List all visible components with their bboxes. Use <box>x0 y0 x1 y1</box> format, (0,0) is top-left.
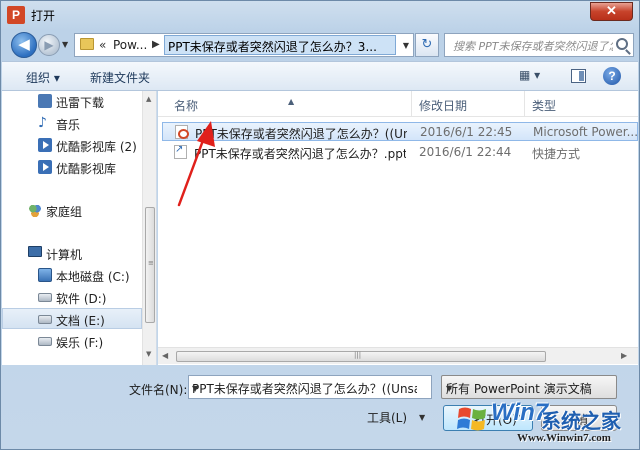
column-header-date[interactable]: 修改日期 <box>419 97 467 114</box>
scroll-up-icon[interactable]: ▲ <box>146 95 151 103</box>
watermark: Win7 系统之家 Www.Winwin7.com <box>455 399 640 450</box>
breadcrumb-chevron-icon[interactable]: ▶ <box>152 39 160 50</box>
nav-item-xunlei-downloads[interactable]: 迅雷下载 <box>2 91 142 112</box>
watermark-brand: Win7 <box>491 399 549 426</box>
scroll-grip-icon: ≡ <box>148 259 154 267</box>
drive-icon <box>38 315 52 324</box>
homegroup-icon <box>28 203 42 217</box>
search-icon[interactable] <box>616 38 628 50</box>
nav-item-drive-f[interactable]: 娱乐 (F:) <box>2 331 142 352</box>
file-name: PPT未保存或者突然闪退了怎么办？.pptx <box>194 147 406 161</box>
nav-item-label: 家庭组 <box>46 205 83 219</box>
search-input[interactable]: 搜索 PPT未保存或者突然闪退了怎么... <box>444 33 634 57</box>
filename-input[interactable]: PPT未保存或者突然闪退了怎么办？((Unsav ▼ <box>188 375 432 399</box>
nav-item-computer[interactable]: 计算机 <box>2 243 142 264</box>
address-row: ◀ ▶ ▼ « Pow... ▶ PPT未保存或者突然闪退了怎么办？3... ▼… <box>1 29 639 61</box>
breadcrumb-overflow[interactable]: « <box>99 38 106 52</box>
chevron-down-icon: ▼ <box>446 384 453 393</box>
table-row[interactable]: PPT未保存或者突然闪退了怎么办？.pptx 2016/6/1 22:44 快捷… <box>162 143 638 162</box>
nav-item-label: 娱乐 (F:) <box>56 336 104 350</box>
video-library-icon <box>38 160 52 174</box>
file-date: 2016/6/1 22:45 <box>420 125 513 139</box>
help-icon[interactable]: ? <box>603 67 621 85</box>
music-icon: ♪ <box>38 115 47 131</box>
column-header-type[interactable]: 类型 <box>532 97 556 114</box>
nav-item-drive-e[interactable]: 文档 (E:) <box>2 308 142 329</box>
command-bar: 组织 ▾ 新建文件夹 ▦ ▾ ? <box>2 61 638 91</box>
nav-item-youku-library-2[interactable]: 优酷影视库 (2) <box>2 135 142 156</box>
nav-item-label: 迅雷下载 <box>56 96 105 110</box>
filename-label: 文件名(N): <box>129 383 188 397</box>
nav-item-label: 优酷影视库 <box>56 162 117 176</box>
file-type: Microsoft Power... <box>533 125 638 139</box>
nav-item-label: 文档 (E:) <box>56 314 105 328</box>
new-folder-button[interactable]: 新建文件夹 <box>90 69 150 86</box>
nav-item-label: 优酷影视库 (2) <box>56 140 137 154</box>
organize-button[interactable]: 组织 ▾ <box>26 69 60 86</box>
file-type: 快捷方式 <box>532 147 581 161</box>
title-bar: P 打开 ✕ <box>1 1 639 29</box>
file-horizontal-scrollbar[interactable]: ◀ ||| ▶ <box>158 347 638 364</box>
column-divider[interactable] <box>411 91 412 117</box>
file-date: 2016/6/1 22:44 <box>419 145 512 159</box>
navigation-pane: 迅雷下载 ♪ 音乐 优酷影视库 (2) 优酷影视库 家庭组 计算机 本地磁盘 (… <box>2 91 157 365</box>
scroll-grip-icon: ||| <box>354 351 362 359</box>
scroll-right-icon[interactable]: ▶ <box>621 351 627 360</box>
watermark-title: 系统之家 <box>541 409 621 433</box>
drive-icon <box>38 337 52 346</box>
nav-item-label: 本地磁盘 (C:) <box>56 270 130 284</box>
search-placeholder: 搜索 PPT未保存或者突然闪退了怎么... <box>453 40 613 53</box>
back-button[interactable]: ◀ <box>11 32 37 58</box>
video-library-icon <box>38 138 52 152</box>
sort-ascending-icon: ▲ <box>288 97 295 106</box>
watermark-url: Www.Winwin7.com <box>517 432 611 444</box>
folder-icon <box>80 38 94 50</box>
nav-item-label: 音乐 <box>56 118 81 132</box>
column-header-name[interactable]: 名称 <box>174 97 198 114</box>
drive-icon <box>38 268 52 282</box>
powerpoint-app-icon: P <box>7 6 25 24</box>
tools-button[interactable]: 工具(L) <box>367 409 407 426</box>
file-name: PPT未保存或者突然闪退了怎么办？((Un... <box>195 127 407 141</box>
window-title: 打开 <box>31 9 56 23</box>
nav-item-drive-c[interactable]: 本地磁盘 (C:) <box>2 265 142 286</box>
nav-item-label: 计算机 <box>46 248 83 262</box>
nav-item-youku-library[interactable]: 优酷影视库 <box>2 157 142 178</box>
preview-pane-icon[interactable] <box>571 69 586 83</box>
filetype-select[interactable]: 所有 PowerPoint 演示文稿 ▼ <box>441 375 617 399</box>
address-dropdown-icon[interactable]: ▼ <box>403 41 409 50</box>
nav-item-music[interactable]: ♪ 音乐 <box>2 113 142 134</box>
file-list: ▲ 名称 修改日期 类型 PPT未保存或者突然闪退了怎么办？((Un... 20… <box>158 91 638 365</box>
open-file-dialog: P 打开 ✕ ◀ ▶ ▼ « Pow... ▶ PPT未保存或者突然闪退了怎么办… <box>0 0 640 450</box>
drive-icon <box>38 293 52 302</box>
red-arrow-annotation-icon <box>177 121 215 207</box>
computer-icon <box>28 246 42 257</box>
table-row[interactable]: PPT未保存或者突然闪退了怎么办？((Un... 2016/6/1 22:45 … <box>162 122 638 141</box>
scroll-left-icon[interactable]: ◀ <box>162 351 168 360</box>
refresh-button[interactable]: ↻ <box>415 33 439 57</box>
forward-button[interactable]: ▶ <box>38 34 60 56</box>
breadcrumb-current[interactable]: PPT未保存或者突然闪退了怎么办？3... <box>164 35 396 55</box>
recent-locations-chevron-icon[interactable]: ▼ <box>62 40 68 49</box>
chevron-down-icon[interactable]: ▼ <box>419 413 425 422</box>
scroll-down-icon[interactable]: ▼ <box>146 350 151 358</box>
nav-item-drive-d[interactable]: 软件 (D:) <box>2 287 142 308</box>
windows-logo-icon <box>457 407 486 431</box>
close-button[interactable]: ✕ <box>590 2 633 21</box>
column-headers: ▲ 名称 修改日期 类型 <box>158 91 638 117</box>
nav-item-homegroup[interactable]: 家庭组 <box>2 200 142 221</box>
column-divider[interactable] <box>524 91 525 117</box>
chevron-down-icon[interactable]: ▼ <box>192 384 417 393</box>
address-bar[interactable]: « Pow... ▶ PPT未保存或者突然闪退了怎么办？3... ▼ <box>74 33 414 57</box>
nav-vertical-scrollbar[interactable]: ▲ ≡ ▼ <box>142 91 156 365</box>
view-options-icon[interactable]: ▦ ▾ <box>519 68 553 86</box>
breadcrumb-segment[interactable]: Pow... <box>113 38 147 52</box>
download-folder-icon <box>38 94 52 108</box>
nav-item-label: 软件 (D:) <box>56 292 107 306</box>
